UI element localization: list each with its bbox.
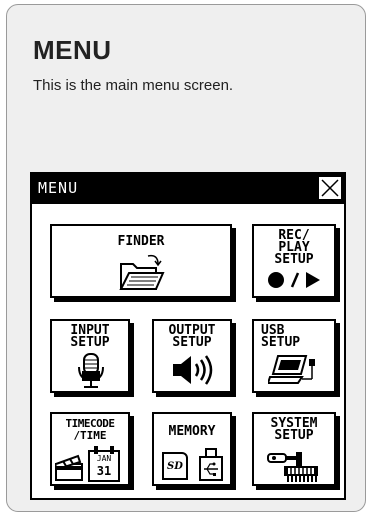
calendar-day: 31 (96, 464, 112, 478)
sd-card-icon: SD (162, 452, 188, 480)
output-setup-button[interactable]: OUTPUT SETUP (152, 319, 232, 393)
page-title: MENU (33, 35, 112, 65)
record-play-icon (268, 272, 320, 288)
memory-button[interactable]: MEMORY SD (152, 412, 232, 486)
device-screen: MENU FINDER REC/ PLAY SETUP INPUT SETUP … (30, 172, 346, 500)
speaker-icon (173, 355, 213, 385)
input-setup-button[interactable]: INPUT SETUP (50, 319, 130, 393)
system-tools-icon (267, 452, 318, 482)
sd-card-badge: SD (167, 461, 183, 472)
usb-computer-icon (268, 355, 315, 384)
calendar-icon: JAN 31 (88, 446, 120, 482)
system-setup-label-2: SETUP (274, 428, 314, 443)
screen-title-bar: MENU (32, 174, 344, 204)
memory-label: MEMORY (168, 424, 216, 439)
page-description: This is the main menu screen. (33, 77, 234, 94)
screen-title: MENU (38, 179, 79, 197)
rec-play-setup-button[interactable]: REC/ PLAY SETUP (252, 224, 336, 298)
calendar-month: JAN (96, 454, 112, 463)
timecode-time-label-2: /TIME (73, 429, 107, 442)
microphone-icon (78, 353, 104, 388)
folder-open-icon (119, 254, 165, 290)
rec-play-setup-label-3: SETUP (274, 252, 314, 267)
finder-label: FINDER (117, 234, 165, 249)
input-setup-label-2: SETUP (70, 335, 110, 350)
system-setup-button[interactable]: SYSTEM SETUP (252, 412, 336, 486)
clapperboard-icon (55, 454, 83, 481)
usb-memory-icon (199, 448, 223, 481)
finder-button[interactable]: FINDER (50, 224, 232, 298)
output-setup-label-2: SETUP (172, 335, 212, 350)
timecode-time-button[interactable]: TIMECODE /TIME JAN 31 (50, 412, 130, 486)
usb-setup-button[interactable]: USB SETUP (252, 319, 336, 393)
close-button[interactable] (318, 176, 342, 200)
close-icon (321, 179, 339, 197)
usb-setup-label-2: SETUP (261, 335, 301, 350)
